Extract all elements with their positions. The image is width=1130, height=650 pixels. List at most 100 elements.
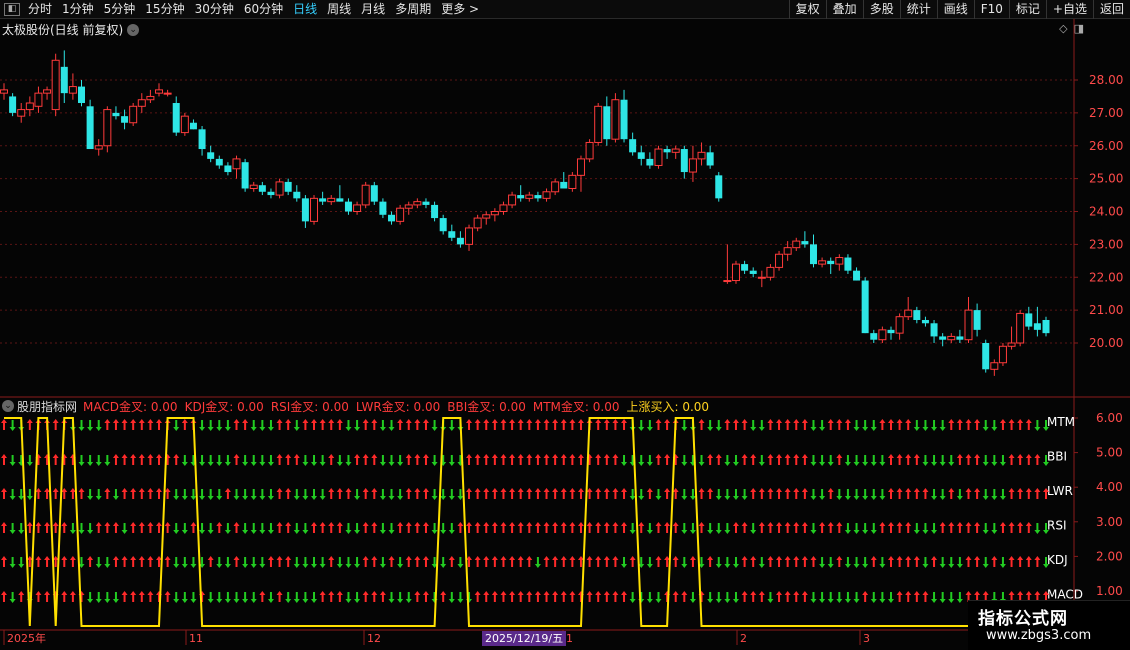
- down-arrow-icon: [173, 557, 180, 568]
- up-arrow-icon: [405, 488, 412, 499]
- down-arrow-icon: [104, 455, 111, 466]
- up-arrow-icon: [276, 488, 283, 499]
- up-arrow-icon: [414, 522, 421, 533]
- up-arrow-icon: [147, 454, 154, 465]
- up-arrow-icon: [414, 454, 421, 465]
- up-arrow-icon: [612, 488, 619, 499]
- down-arrow-icon: [388, 592, 395, 603]
- down-arrow-icon: [448, 455, 455, 466]
- down-arrow-icon: [9, 420, 16, 431]
- up-arrow-icon: [750, 488, 757, 499]
- candle-body: [792, 240, 801, 249]
- indicator-name[interactable]: 股朋指标网: [17, 398, 77, 415]
- up-arrow-icon: [879, 522, 886, 533]
- chevron-down-icon[interactable]: ⌄: [127, 23, 140, 36]
- up-arrow-icon: [61, 522, 68, 533]
- up-arrow-icon: [466, 488, 473, 499]
- down-arrow-icon: [870, 420, 877, 431]
- date-axis-label: 12: [367, 632, 381, 645]
- chart-canvas[interactable]: 28.0027.0026.0025.0024.0023.0022.0021.00…: [0, 0, 1130, 650]
- down-arrow-icon: [354, 420, 361, 431]
- down-arrow-icon: [302, 523, 309, 534]
- up-arrow-icon: [466, 522, 473, 533]
- up-arrow-icon: [1, 591, 7, 602]
- up-arrow-icon: [130, 488, 137, 499]
- up-arrow-icon: [767, 488, 774, 499]
- chevron-down-icon[interactable]: ⌄: [2, 400, 14, 412]
- candle: [835, 254, 844, 271]
- up-arrow-icon: [405, 454, 412, 465]
- up-arrow-icon: [991, 556, 998, 567]
- indicator-row-label: KDJ: [1047, 553, 1068, 567]
- up-arrow-icon: [483, 556, 490, 567]
- up-arrow-icon: [948, 419, 955, 430]
- candle: [172, 96, 180, 136]
- down-arrow-icon: [397, 455, 404, 466]
- up-arrow-icon: [793, 522, 800, 533]
- up-arrow-icon: [509, 591, 516, 602]
- up-arrow-icon: [896, 454, 903, 465]
- up-arrow-icon: [595, 454, 602, 465]
- up-arrow-icon: [491, 454, 498, 465]
- up-arrow-icon: [905, 591, 912, 602]
- down-arrow-icon: [354, 489, 361, 500]
- candle: [370, 181, 378, 205]
- down-arrow-icon: [922, 523, 929, 534]
- candle: [611, 93, 620, 143]
- down-arrow-icon: [939, 420, 946, 431]
- up-arrow-icon: [707, 556, 714, 567]
- down-arrow-icon: [431, 489, 438, 500]
- up-arrow-icon: [52, 419, 59, 430]
- candle-body: [757, 276, 766, 279]
- candle: [637, 145, 645, 166]
- candle-body: [904, 309, 913, 318]
- up-arrow-icon: [621, 522, 628, 533]
- up-arrow-icon: [147, 522, 154, 533]
- down-arrow-icon: [922, 455, 929, 466]
- up-arrow-icon: [974, 419, 981, 430]
- down-arrow-icon: [199, 489, 206, 500]
- candle-body: [576, 158, 585, 176]
- candle-body: [990, 362, 999, 370]
- diamond-icon[interactable]: ◇: [1059, 22, 1067, 35]
- up-arrow-icon: [844, 419, 851, 430]
- down-arrow-icon: [853, 420, 860, 431]
- signal-arrows: [1, 419, 1049, 603]
- price-axis-label: 22.00: [1089, 270, 1123, 284]
- down-arrow-icon: [922, 557, 929, 568]
- up-arrow-icon: [233, 556, 240, 567]
- down-arrow-icon: [982, 557, 989, 568]
- candle-body: [715, 175, 723, 199]
- down-arrow-icon: [345, 592, 352, 603]
- panel-icon[interactable]: ◨: [1074, 22, 1084, 35]
- down-arrow-icon: [948, 455, 955, 466]
- up-arrow-icon: [147, 488, 154, 499]
- down-arrow-icon: [758, 455, 765, 466]
- candle-body: [1007, 342, 1016, 347]
- candle: [431, 201, 439, 222]
- down-arrow-icon: [104, 592, 111, 603]
- down-arrow-icon: [819, 592, 826, 603]
- up-arrow-icon: [698, 522, 705, 533]
- candle: [456, 231, 464, 248]
- down-arrow-icon: [87, 592, 94, 603]
- up-arrow-icon: [905, 488, 912, 499]
- down-arrow-icon: [69, 523, 76, 534]
- candle: [327, 195, 336, 205]
- candle-body: [275, 181, 284, 196]
- down-arrow-icon: [311, 592, 318, 603]
- up-arrow-icon: [707, 454, 714, 465]
- up-arrow-icon: [629, 556, 636, 567]
- candle: [998, 343, 1007, 367]
- up-arrow-icon: [672, 556, 679, 567]
- up-arrow-icon: [569, 419, 576, 430]
- down-arrow-icon: [862, 420, 869, 431]
- up-arrow-icon: [776, 522, 783, 533]
- down-arrow-icon: [750, 420, 757, 431]
- up-arrow-icon: [138, 522, 145, 533]
- up-arrow-icon: [569, 488, 576, 499]
- down-arrow-icon: [250, 489, 257, 500]
- candle-body: [456, 237, 464, 245]
- up-arrow-icon: [1, 419, 7, 430]
- candle-body: [43, 89, 52, 94]
